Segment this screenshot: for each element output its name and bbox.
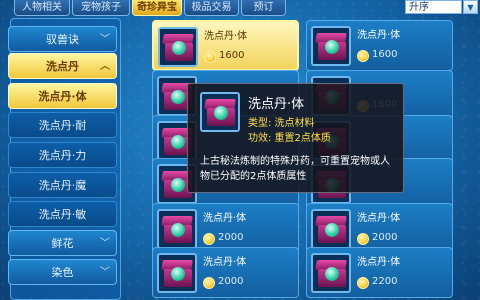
gift-box-icon [158, 27, 198, 67]
item-tooltip: 洗点丹·体 类型: 洗点材料 功效: 重置2点体质 上古秘法炼制的特殊丹药，可重… [187, 83, 404, 193]
sidebar-item-flowers[interactable]: 鲜花 ﹀ [8, 230, 117, 256]
sidebar-item-label: 洗点丹·力 [38, 149, 87, 162]
item-name: 洗点丹·体 [204, 31, 248, 42]
coin-icon [204, 51, 216, 63]
sidebar-item-label: 驭兽诀 [46, 33, 79, 46]
sidebar-item-label: 洗点丹·耐 [38, 119, 87, 132]
item-name: 洗点丹·体 [357, 213, 401, 224]
coin-icon [357, 233, 369, 245]
item-price: 2200 [372, 276, 398, 287]
item-price: 2000 [218, 232, 244, 243]
chevron-down-icon: ﹀ [100, 238, 110, 249]
sidebar-item-beast-scroll[interactable]: 驭兽诀 ﹀ [8, 26, 117, 52]
tab-pets[interactable]: 宠物孩子 [72, 0, 130, 16]
tab-character[interactable]: 人物相关 [14, 0, 70, 16]
sidebar-item-reset-pill[interactable]: 洗点丹 ︿ [8, 53, 117, 79]
shop-item[interactable]: 洗点丹·体 2200 [306, 247, 453, 298]
item-name: 洗点丹·体 [203, 213, 247, 224]
gift-box-icon [157, 253, 197, 293]
chevron-down-icon: ﹀ [100, 267, 110, 278]
tooltip-title: 洗点丹·体 [248, 97, 305, 112]
coin-icon [203, 277, 215, 289]
tab-preorder[interactable]: 预订 [241, 0, 286, 16]
gift-box-icon [311, 26, 351, 66]
sidebar-item-label: 洗点丹·体 [38, 90, 87, 103]
sidebar-item-label: 洗点丹 [46, 60, 79, 73]
tab-treasures[interactable]: 奇珍异宝 [132, 0, 182, 16]
sidebar-item-reset-pill-magic[interactable]: 洗点丹·魔 [8, 172, 117, 198]
gift-box-icon [157, 209, 197, 249]
shop-item[interactable]: 洗点丹·体 1600 [306, 20, 453, 71]
chevron-down-icon: ﹀ [100, 34, 110, 45]
sidebar-item-reset-pill-endurance[interactable]: 洗点丹·耐 [8, 112, 117, 138]
sidebar-item-label: 洗点丹·魔 [38, 179, 87, 192]
item-price: 2000 [372, 232, 398, 243]
item-name: 洗点丹·体 [203, 257, 247, 268]
tab-premium-trade[interactable]: 极品交易 [184, 0, 239, 16]
item-price: 1600 [219, 50, 245, 61]
shop-item[interactable]: 洗点丹·体 1600 [152, 20, 299, 71]
item-name: 洗点丹·体 [357, 257, 401, 268]
tooltip-effect: 功效: 重置2点体质 [248, 133, 331, 144]
sidebar-item-dye[interactable]: 染色 ﹀ [8, 259, 117, 285]
sidebar-item-label: 鲜花 [51, 237, 74, 250]
coin-icon [203, 233, 215, 245]
chevron-up-icon: ︿ [100, 61, 110, 72]
coin-icon [357, 277, 369, 289]
item-name: 洗点丹·体 [357, 30, 401, 41]
sidebar-item-reset-pill-strength[interactable]: 洗点丹·力 [8, 142, 117, 168]
sidebar-item-label: 洗点丹·敏 [38, 208, 87, 221]
coin-icon [357, 50, 369, 62]
gift-box-icon [311, 209, 351, 249]
sidebar-item-label: 染色 [51, 266, 74, 279]
gift-box-icon [200, 92, 240, 132]
chevron-down-icon[interactable]: ▼ [463, 0, 478, 14]
item-price: 2000 [218, 276, 244, 287]
shop-item[interactable]: 洗点丹·体 2000 [152, 247, 299, 298]
item-price: 1600 [372, 49, 398, 60]
tooltip-type: 类型: 洗点材料 [248, 118, 315, 129]
sort-select[interactable]: 升序 [405, 0, 462, 14]
sidebar-item-reset-pill-physique[interactable]: 洗点丹·体 [8, 83, 117, 109]
tooltip-description: 上古秘法炼制的特殊丹药，可重置宠物或人物已分配的2点体质属性 [200, 156, 390, 182]
tab-bar: 人物相关 宠物孩子 奇珍异宝 极品交易 预订 升序 ▼ [0, 0, 480, 16]
gift-box-icon [311, 253, 351, 293]
shop-window: 人物相关 宠物孩子 奇珍异宝 极品交易 预订 升序 ▼ 驭兽诀 ﹀ 洗点丹 ︿ … [0, 0, 480, 300]
sidebar-item-reset-pill-agility[interactable]: 洗点丹·敏 [8, 201, 117, 227]
